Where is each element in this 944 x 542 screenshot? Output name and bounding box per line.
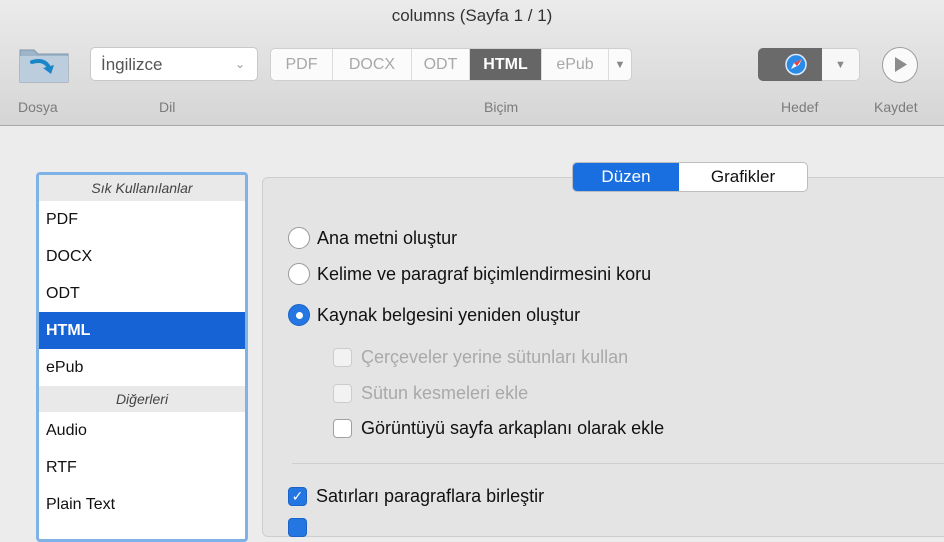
checkbox-column-breaks[interactable]: Sütun kesmeleri ekle	[333, 383, 528, 404]
checkbox-merge-lines[interactable]: ✓ Satırları paragraflara birleştir	[288, 486, 544, 507]
radio-keep-formatting-label: Kelime ve paragraf biçimlendirmesini kor…	[317, 263, 652, 284]
format-html[interactable]: HTML	[470, 49, 542, 80]
toolbar: columns (Sayfa 1 / 1) Dosya İngilizce ⌄ …	[0, 0, 944, 126]
sidebar-item-html[interactable]: HTML	[39, 312, 245, 349]
checkbox-merge-lines-label: Satırları paragraflara birleştir	[316, 486, 545, 506]
sidebar-item-pdf[interactable]: PDF	[39, 201, 245, 238]
others-header: Diğerleri	[39, 386, 245, 412]
checkmark-icon[interactable]: ✓	[288, 487, 307, 506]
save-label: Kaydet	[874, 99, 918, 115]
radio-button[interactable]	[288, 263, 310, 285]
folder-arrow-icon	[19, 49, 69, 83]
sidebar-item-docx[interactable]: DOCX	[39, 238, 245, 275]
format-pdf[interactable]: PDF	[271, 49, 333, 80]
settings-tabs: Düzen Grafikler	[572, 162, 808, 192]
radio-button[interactable]	[288, 227, 310, 249]
language-label: Dil	[159, 99, 176, 115]
checkbox[interactable]	[333, 384, 352, 403]
checkbox-partial[interactable]	[288, 518, 307, 537]
radio-keep-formatting[interactable]: Kelime ve paragraf biçimlendirmesini kor…	[288, 263, 651, 285]
radio-recreate-source-label: Kaynak belgesini yeniden oluştur	[317, 304, 581, 325]
checkbox[interactable]	[333, 348, 352, 367]
checkbox-use-columns[interactable]: Çerçeveler yerine sütunları kullan	[333, 347, 628, 368]
target-button[interactable]	[758, 48, 822, 81]
tab-layout[interactable]: Düzen	[573, 163, 679, 191]
chevron-updown-icon: ⌄	[234, 57, 245, 71]
save-button[interactable]	[882, 47, 918, 83]
checkbox-column-breaks-label: Sütun kesmeleri ekle	[361, 383, 529, 403]
format-segmented-control: PDF DOCX ODT HTML ePub ▼	[270, 48, 632, 81]
sidebar-item-audio[interactable]: Audio	[39, 412, 245, 449]
sidebar-item-odt[interactable]: ODT	[39, 275, 245, 312]
window-title: columns (Sayfa 1 / 1)	[391, 6, 553, 25]
safari-compass-icon	[785, 53, 807, 76]
radio-recreate-source[interactable]: Kaynak belgesini yeniden oluştur	[288, 304, 580, 326]
format-sidebar-list: Sık Kullanılanlar PDF DOCX ODT HTML ePub…	[36, 172, 248, 542]
target-dropdown-chevron-icon[interactable]: ▼	[822, 48, 860, 81]
favorites-header: Sık Kullanılanlar	[39, 175, 245, 201]
checkbox-use-columns-label: Çerçeveler yerine sütunları kullan	[361, 347, 629, 367]
sidebar-item-epub[interactable]: ePub	[39, 349, 245, 386]
sidebar-item-rtf[interactable]: RTF	[39, 449, 245, 486]
target-label: Hedef	[781, 99, 819, 115]
tab-graphics[interactable]: Grafikler	[679, 163, 807, 191]
radio-main-text[interactable]: Ana metni oluştur	[288, 227, 457, 249]
language-select[interactable]: İngilizce ⌄	[90, 47, 258, 81]
format-docx[interactable]: DOCX	[333, 49, 412, 80]
language-value: İngilizce	[101, 55, 163, 74]
chevron-down-icon[interactable]: ▼	[609, 49, 631, 80]
checkbox-next-option[interactable]	[288, 518, 316, 537]
radio-main-text-label: Ana metni oluştur	[317, 227, 458, 248]
checkbox[interactable]	[333, 419, 352, 438]
checkbox-page-background[interactable]: Görüntüyü sayfa arkaplanı olarak ekle	[333, 418, 664, 439]
play-icon	[895, 57, 907, 72]
checkbox-page-background-label: Görüntüyü sayfa arkaplanı olarak ekle	[361, 418, 665, 438]
radio-button-selected[interactable]	[288, 304, 310, 326]
sidebar-item-plain-text[interactable]: Plain Text	[39, 486, 245, 523]
file-label: Dosya	[18, 99, 58, 115]
file-button[interactable]	[18, 42, 72, 84]
divider	[292, 463, 944, 464]
format-label: Biçim	[484, 99, 519, 115]
format-odt[interactable]: ODT	[412, 49, 470, 80]
format-epub[interactable]: ePub	[542, 49, 609, 80]
